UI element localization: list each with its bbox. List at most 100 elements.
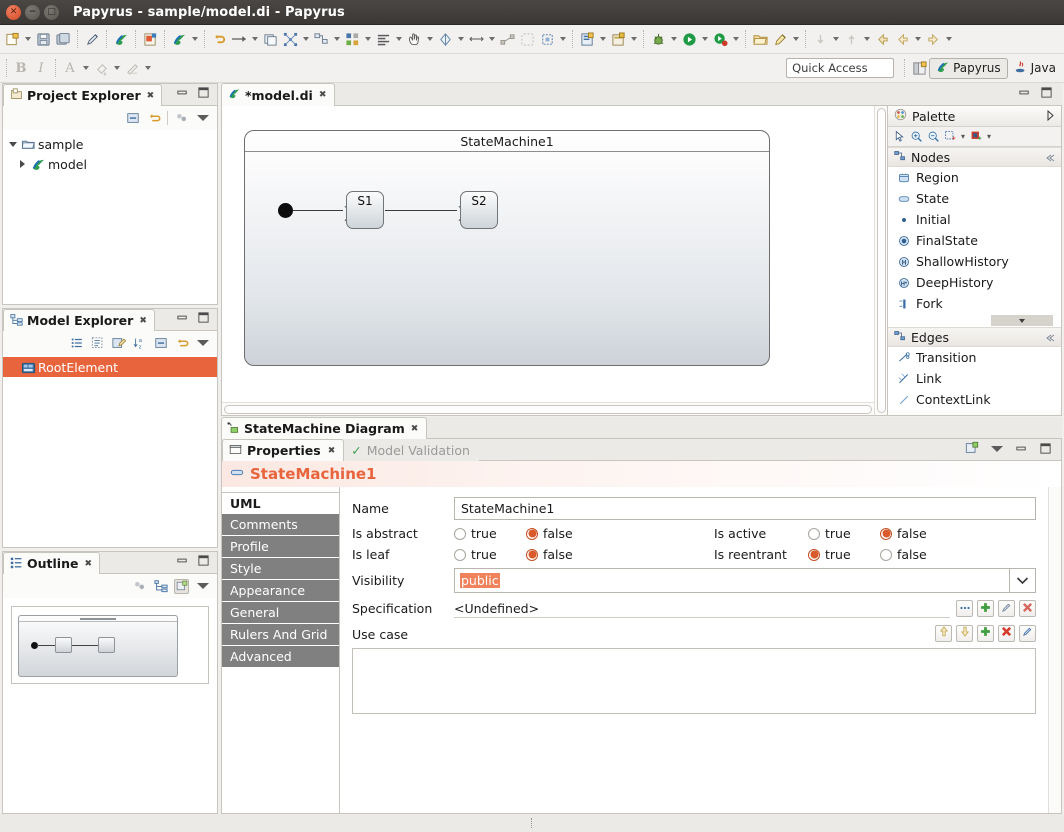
next-annotation-icon[interactable] [810,28,830,50]
property-tab-general[interactable]: General [222,602,339,623]
save-icon[interactable] [33,28,53,50]
new-model-icon[interactable] [140,28,160,50]
state-node-s1[interactable]: S1 [346,191,384,229]
outline-thumbnail-mode-icon[interactable] [174,578,189,594]
scrollbar-thumb[interactable] [877,108,886,413]
align-text-dropdown-arrow[interactable] [393,28,404,50]
italic-button[interactable]: I [31,57,51,79]
expand-twisty-icon[interactable] [7,139,18,150]
maximize-properties-icon[interactable] [1039,442,1052,458]
minimize-view-icon[interactable] [176,554,189,570]
papyrus-perspective-icon[interactable] [169,28,189,50]
previous-annotation-icon[interactable] [841,28,861,50]
scrollbar-thumb[interactable] [224,405,872,414]
font-color-dropdown-arrow[interactable] [80,57,91,79]
close-icon[interactable]: ✖ [147,91,155,101]
frame-icon[interactable] [517,28,537,50]
palette-scroll-down-button[interactable] [991,315,1053,326]
forward-icon[interactable] [923,28,943,50]
use-case-delete-button[interactable] [998,624,1015,642]
align-nodes-icon[interactable] [342,28,362,50]
hand-icon[interactable] [404,28,424,50]
is-abstract-false-radio[interactable]: false [526,526,598,541]
zoom-out-tool-icon[interactable] [925,129,941,145]
papyrus-dropdown-arrow[interactable] [189,28,200,50]
navigate-icon[interactable] [435,28,455,50]
view-dropdown-icon[interactable] [195,579,210,594]
properties-menu-icon[interactable] [990,443,1004,457]
back-alt-icon[interactable] [892,28,912,50]
palette-nodes-scroll-row[interactable] [888,314,1061,327]
resize-grip-icon[interactable] [531,818,533,828]
specification-edit-button[interactable] [998,600,1015,617]
outline-tree-mode-icon[interactable] [153,579,168,594]
line-color-icon[interactable] [122,57,142,79]
new-dropdown-arrow[interactable] [22,28,33,50]
back-icon[interactable] [872,28,892,50]
model-explorer-tree[interactable]: RootElement [3,355,217,547]
fill-color-icon[interactable] [91,57,111,79]
run-external-dropdown-arrow[interactable] [730,28,741,50]
filter-tree-icon[interactable] [90,336,105,351]
select-all-icon[interactable] [537,28,557,50]
initial-state-node[interactable] [278,203,293,218]
maximize-editor-icon[interactable] [1040,86,1053,102]
property-tab-rulers-and-grid[interactable]: Rulers And Grid [222,624,339,645]
open-perspective-icon[interactable] [909,57,929,79]
properties-scrollbar-column[interactable] [1048,487,1061,813]
use-case-add-button[interactable] [977,624,994,642]
run-dropdown-arrow[interactable] [699,28,710,50]
search-dropdown-arrow[interactable] [790,28,801,50]
section-collapse-icon[interactable] [1045,330,1055,345]
view-dropdown-icon[interactable] [195,336,210,351]
new-class-dropdown-arrow[interactable] [597,28,608,50]
link-with-editor-icon[interactable] [174,336,189,351]
perspective-java-button[interactable]: Java [1008,58,1062,79]
palette-item-initial[interactable]: Initial [888,209,1061,230]
maximize-view-icon[interactable] [197,554,210,570]
bold-button[interactable]: B [11,57,31,79]
collapse-twisty-icon[interactable] [17,159,28,170]
close-icon[interactable]: ✖ [84,559,92,569]
tab-model-di[interactable]: *model.di ✖ [221,83,336,106]
tab-statemachine-diagram[interactable]: StateMachine Diagram ✖ [221,417,428,439]
previous-annotation-dropdown-arrow[interactable] [861,28,872,50]
palette-section-nodes[interactable]: Nodes [888,147,1061,167]
resize-dropdown-arrow[interactable] [486,28,497,50]
link-with-editor-icon[interactable] [146,111,161,126]
sort-alphabetical-icon[interactable]: az [132,336,147,351]
arrange-icon[interactable] [311,28,331,50]
open-folder-icon[interactable] [750,28,770,50]
save-all-icon[interactable] [53,28,73,50]
quick-access-input[interactable]: Quick Access [786,58,895,78]
run-icon[interactable] [679,28,699,50]
palette-collapse-icon[interactable] [1046,109,1055,124]
back-dropdown-arrow[interactable] [912,28,923,50]
fill-color-dropdown-arrow[interactable] [111,57,122,79]
use-case-list[interactable] [352,648,1036,714]
property-tab-appearance[interactable]: Appearance [222,580,339,601]
visibility-combo-field[interactable]: public [454,568,1010,593]
property-tab-uml[interactable]: UML [222,492,339,513]
transition-edge[interactable] [293,210,343,211]
align-text-icon[interactable] [373,28,393,50]
palette-item-region[interactable]: Region [888,167,1061,188]
link-nodes-icon[interactable] [497,28,517,50]
outline-canvas[interactable] [11,606,209,684]
close-icon[interactable]: ✖ [411,424,419,434]
tab-outline[interactable]: Outline ✖ [3,552,100,574]
arrange-dropdown-arrow[interactable] [331,28,342,50]
new-java-class-icon[interactable] [577,28,597,50]
debug-dropdown-arrow[interactable] [668,28,679,50]
arrow-right-icon[interactable] [229,28,249,50]
palette-item-contextlink[interactable]: ContextLink [888,389,1061,410]
resize-icon[interactable] [466,28,486,50]
tree-item-sample[interactable]: sample [3,134,217,154]
search-icon[interactable] [770,28,790,50]
use-case-move-down-button[interactable] [956,624,973,642]
use-case-move-up-button[interactable] [935,624,952,642]
visibility-combo[interactable]: public [454,568,1036,593]
palette-section-edges[interactable]: Edges [888,327,1061,347]
specification-value[interactable]: <Undefined> [454,599,950,618]
is-active-false-radio[interactable]: false [880,526,952,541]
